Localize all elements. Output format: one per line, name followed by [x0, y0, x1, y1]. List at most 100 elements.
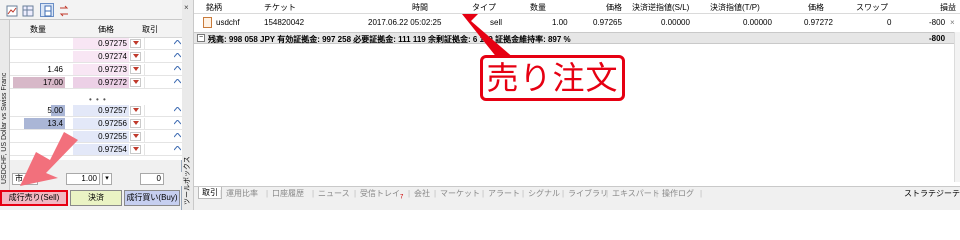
bid-price[interactable]: 0.97257 [73, 105, 129, 116]
tab-library[interactable]: ライブラリ [568, 188, 608, 199]
chevron-up-icon[interactable] [173, 78, 182, 87]
trade-volume: 1.00 [552, 18, 568, 27]
tab-signals[interactable]: シグナル [528, 188, 560, 199]
collapse-icon[interactable]: − [197, 34, 205, 42]
market-sell-button[interactable]: 成行売り(Sell) [0, 190, 68, 206]
ask-volume: 17.00 [10, 77, 65, 88]
bid-order-cell[interactable] [144, 131, 172, 142]
col-profit[interactable]: 損益 [940, 2, 956, 13]
trade-symbol: usdchf [216, 18, 240, 27]
col-time[interactable]: 時間 [412, 2, 428, 13]
sell-limit-dropdown-icon[interactable] [130, 39, 141, 48]
lot-spinner-icon[interactable]: ▾ [102, 173, 112, 185]
tab-inbox[interactable]: 受信トレイ7 [360, 188, 403, 201]
ask-order-cell[interactable] [144, 64, 172, 75]
chart-icon[interactable] [4, 3, 18, 17]
tab-trade[interactable]: 取引 [198, 187, 222, 199]
ask-price[interactable]: 0.97274 [73, 51, 129, 62]
ask-order-cell[interactable] [144, 77, 172, 88]
bid-price[interactable]: 0.97255 [73, 131, 129, 142]
col-stop-loss[interactable]: 決済逆指値(S/L) [632, 2, 689, 13]
price-header: 価格 [98, 25, 114, 34]
sell-limit-dropdown-icon[interactable] [130, 78, 141, 87]
tab-experts[interactable]: エキスパート [612, 188, 660, 199]
tab-account-history[interactable]: 口座履歴 [272, 188, 304, 199]
ask-volume [10, 51, 65, 62]
buy-limit-dropdown-icon[interactable] [130, 106, 141, 115]
trade-row[interactable]: usdchf 154820042 2017.06.22 05:02:25 sel… [194, 16, 960, 30]
bid-price[interactable]: 0.97254 [73, 144, 129, 155]
ask-row[interactable]: 17.00 0.97272 [10, 77, 182, 89]
vertical-scrollbar[interactable] [954, 32, 960, 182]
trade-time: 2017.06.22 05:02:25 [368, 18, 442, 27]
trade-take-profit: 0.00000 [743, 18, 772, 27]
summary-total-profit: -800 [929, 34, 946, 43]
ask-price[interactable]: 0.97273 [73, 64, 129, 75]
settings-grid-icon[interactable] [20, 3, 34, 17]
col-ticket[interactable]: チケット [264, 2, 296, 13]
trade-open-price: 0.97265 [593, 18, 622, 27]
close-trade-icon[interactable]: × [950, 18, 955, 27]
bid-order-cell[interactable] [144, 118, 172, 129]
bid-order-cell[interactable] [144, 144, 172, 155]
buy-limit-dropdown-icon[interactable] [130, 132, 141, 141]
chevron-up-icon[interactable] [173, 52, 182, 61]
trade-current-price: 0.97272 [804, 18, 833, 27]
ask-order-cell[interactable] [144, 51, 172, 62]
vertical-book-icon[interactable] [40, 3, 54, 17]
ask-row[interactable]: 1.46 0.97273 [10, 64, 182, 76]
col-swap[interactable]: スワップ [856, 2, 888, 13]
order-type-select[interactable]: 市 [12, 173, 38, 185]
ask-row[interactable]: 0.97275 [10, 38, 182, 50]
account-summary-text: 残高: 998 058 JPY 有効証拠金: 997 258 必要証拠金: 11… [208, 35, 571, 44]
col-price[interactable]: 価格 [606, 2, 622, 13]
ask-price[interactable]: 0.97275 [73, 38, 129, 49]
col-type[interactable]: タイプ [472, 2, 496, 13]
depth-of-market-panel: USDCHF, US Dollar vs Swiss Franc 数量 価格 取… [0, 0, 182, 210]
bid-volume: 5.00 [47, 105, 65, 116]
symbol-vertical-label: USDCHF, US Dollar vs Swiss Franc [0, 20, 10, 190]
bid-row[interactable]: 0.97255 [10, 131, 182, 143]
toolbox-close-icon[interactable]: × [184, 3, 189, 12]
chevron-up-icon[interactable] [173, 106, 182, 115]
bid-row[interactable]: 5.00 0.97257 [10, 105, 182, 117]
lot-size-input[interactable]: 1.00 [66, 173, 100, 185]
tab-news[interactable]: ニュース [318, 188, 350, 199]
col-current-price[interactable]: 価格 [808, 2, 824, 13]
tab-alerts[interactable]: アラート [488, 188, 520, 199]
tab-market[interactable]: マーケット [440, 188, 480, 199]
ask-price[interactable]: 0.97272 [73, 77, 129, 88]
buy-limit-dropdown-icon[interactable] [130, 145, 141, 154]
trade-table-header: 銘柄 チケット 時間 タイプ 数量 価格 決済逆指値(S/L) 決済指値(T/P… [194, 0, 960, 14]
col-take-profit[interactable]: 決済指値(T/P) [710, 2, 760, 13]
toolbox-vertical-bar: × ツールボックス [182, 0, 194, 210]
buy-limit-dropdown-icon[interactable] [130, 119, 141, 128]
slippage-input[interactable]: 0 [140, 173, 164, 185]
close-position-button[interactable]: 決済 [70, 190, 122, 206]
chevron-up-icon[interactable] [173, 145, 182, 154]
bid-row[interactable]: 13.4 0.97256 [10, 118, 182, 130]
sell-limit-dropdown-icon[interactable] [130, 65, 141, 74]
tab-exposure[interactable]: 運用比率 [226, 188, 258, 199]
trade-swap: 0 [887, 18, 892, 27]
market-buy-button[interactable]: 成行買い(Buy) [124, 190, 180, 206]
bid-row[interactable]: 0.97254 [10, 144, 182, 156]
sell-order-icon [203, 17, 212, 28]
swap-arrows-icon[interactable] [56, 3, 70, 17]
col-symbol[interactable]: 銘柄 [206, 2, 222, 13]
chevron-up-icon[interactable] [173, 65, 182, 74]
tab-journal[interactable]: 操作ログ [662, 188, 694, 199]
sell-limit-dropdown-icon[interactable] [130, 52, 141, 61]
bid-order-cell[interactable] [144, 105, 172, 116]
trade-stop-loss: 0.00000 [661, 18, 690, 27]
ask-volume [10, 38, 65, 49]
ask-order-cell[interactable] [144, 38, 172, 49]
col-volume[interactable]: 数量 [530, 2, 546, 13]
terminal-panel: × ツールボックス 銘柄 チケット 時間 タイプ 数量 価格 決済逆指値(S/L… [182, 0, 960, 210]
chevron-up-icon[interactable] [173, 119, 182, 128]
ask-row[interactable]: 0.97274 [10, 51, 182, 63]
chevron-up-icon[interactable] [173, 39, 182, 48]
chevron-up-icon[interactable] [173, 132, 182, 141]
tab-company[interactable]: 会社 [414, 188, 430, 199]
bid-price[interactable]: 0.97256 [73, 118, 129, 129]
